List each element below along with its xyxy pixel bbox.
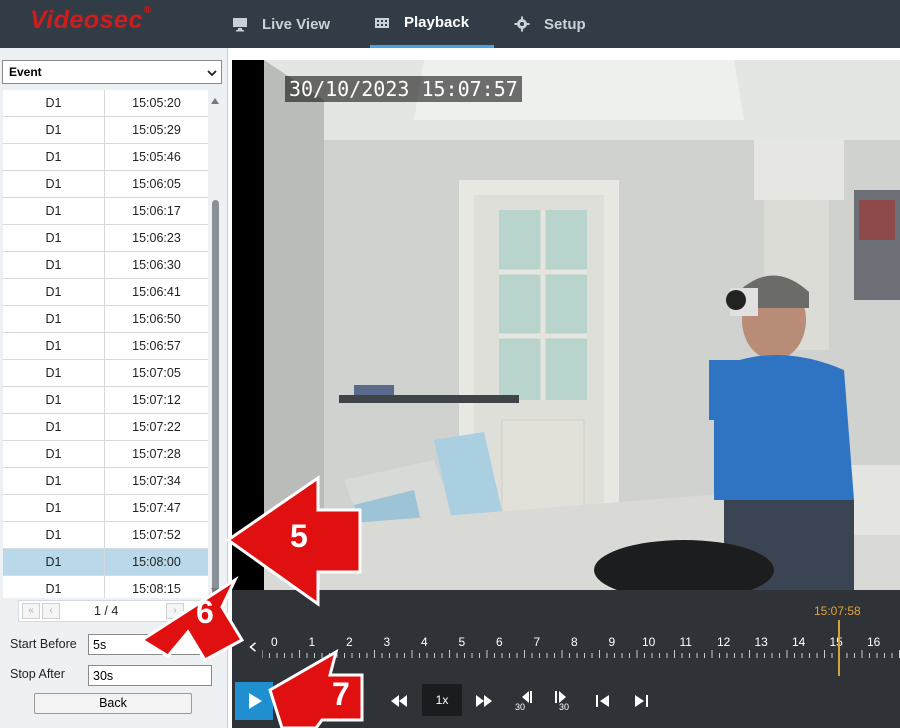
playback-app: Videosec® Live View Playback Setup Event (0, 0, 900, 728)
annotation-number-5: 5 (290, 518, 308, 554)
annotation-number-7: 7 (332, 676, 350, 712)
annotation-number-6: 6 (196, 594, 214, 630)
annotation-arrow-6 (139, 575, 245, 662)
tutorial-annotations (139, 475, 364, 728)
